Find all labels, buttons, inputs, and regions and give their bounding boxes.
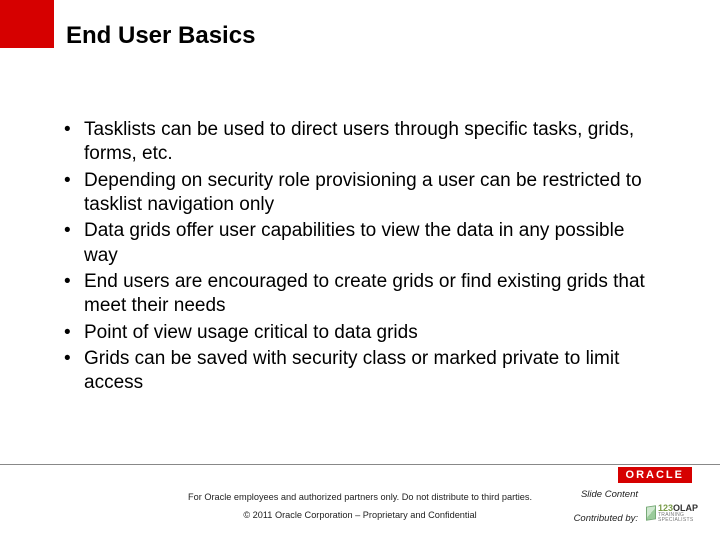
oracle-logo: ORACLE [618,467,692,483]
bullet-item: Tasklists can be used to direct users th… [60,118,660,167]
olap-logo: 123OLAP TRAINING SPECIALISTS [646,500,700,526]
bullet-item: End users are encouraged to create grids… [60,270,660,319]
slide-content-label: Slide Content [581,489,638,500]
olap-logo-sub: TRAINING SPECIALISTS [658,513,700,523]
bullet-list: Tasklists can be used to direct users th… [60,118,660,395]
olap-logo-word: OLAP [673,503,698,513]
brand-red-block [0,0,54,48]
slide-content-area: Tasklists can be used to direct users th… [60,118,660,397]
contributed-by-label: Contributed by: [574,513,638,524]
olap-logo-text: 123OLAP TRAINING SPECIALISTS [658,504,700,523]
bullet-item: Point of view usage critical to data gri… [60,321,660,345]
bullet-item: Data grids offer user capabilities to vi… [60,219,660,268]
cube-icon [646,505,656,520]
olap-logo-num: 123 [658,503,673,513]
bullet-item: Grids can be saved with security class o… [60,347,660,396]
bullet-item: Depending on security role provisioning … [60,169,660,218]
footer-bar: ORACLE [0,464,720,484]
slide-title: End User Basics [66,22,255,50]
